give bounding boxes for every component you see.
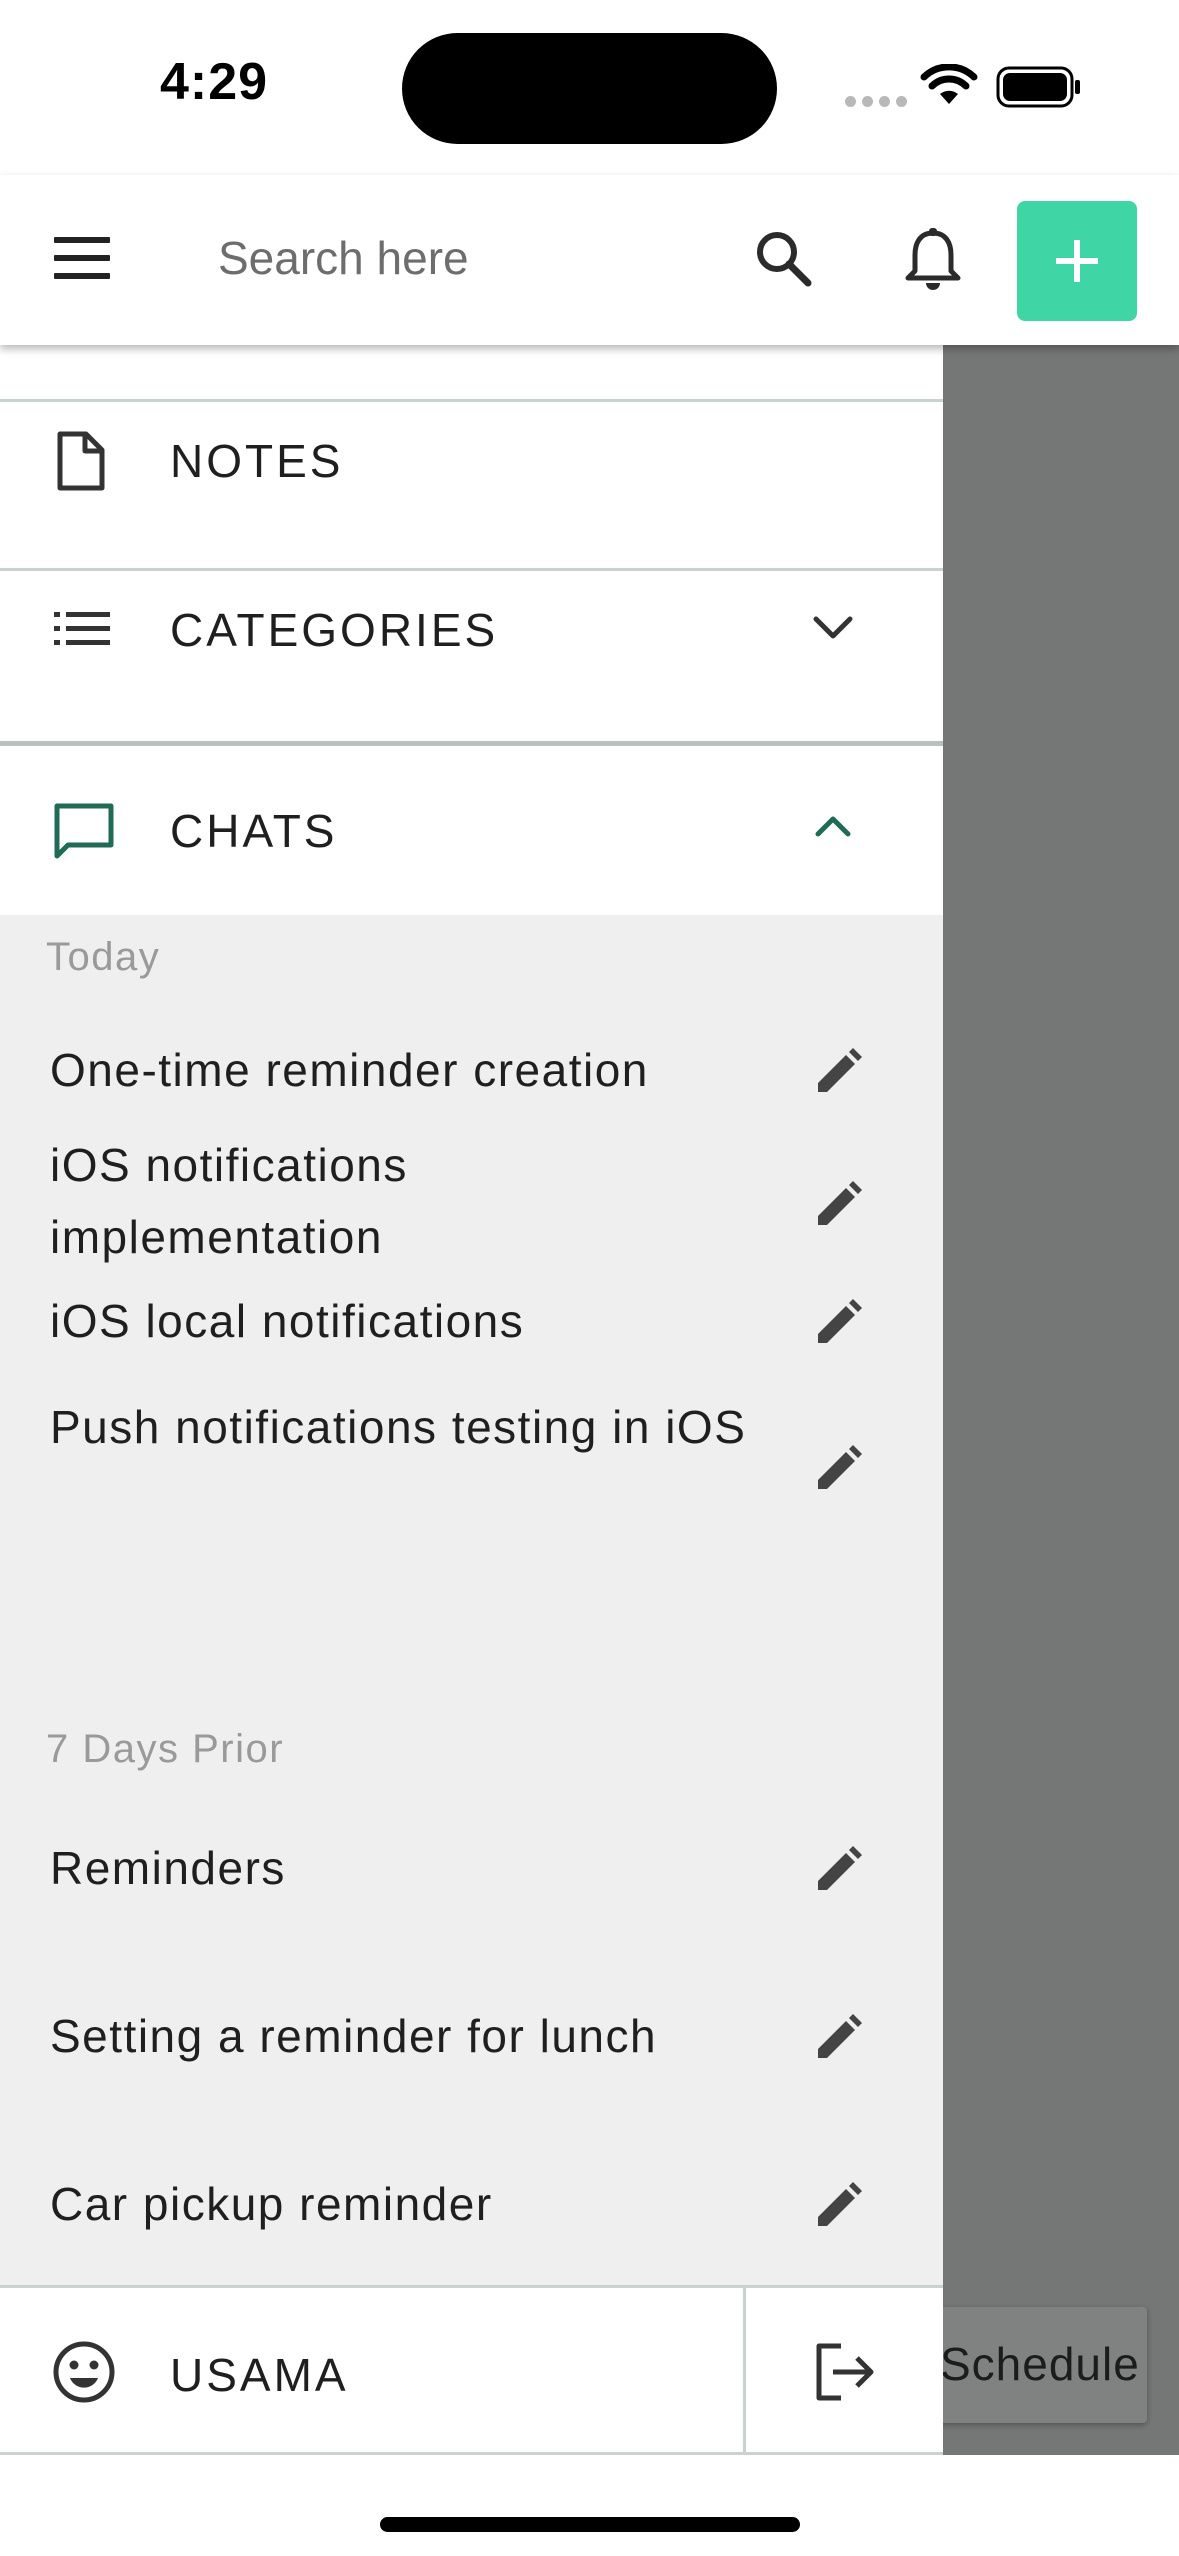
chat-bubble-icon (54, 803, 114, 859)
search-icon[interactable] (752, 227, 816, 291)
pencil-icon[interactable] (814, 2182, 862, 2230)
battery-icon (996, 66, 1080, 108)
pencil-icon[interactable] (814, 1181, 862, 1229)
chevron-down-icon[interactable] (808, 607, 858, 647)
section-label-today: Today (46, 935, 161, 979)
list-item[interactable]: Reminders (0, 1810, 943, 1930)
wifi-icon (920, 64, 978, 104)
list-item[interactable]: One-time reminder creation (0, 1015, 943, 1125)
chat-title: Push notifications testing in iOS (50, 1401, 747, 1453)
drawer-scrim[interactable] (943, 345, 1179, 2455)
nav-label-categories: CATEGORIES (170, 604, 499, 656)
list-icon (54, 612, 110, 645)
list-item[interactable]: Push notifications testing in iOS (0, 1391, 943, 1551)
home-indicator[interactable] (380, 2517, 800, 2532)
list-item[interactable]: Setting a reminder for lunch (0, 1978, 943, 2098)
pencil-icon[interactable] (814, 1048, 862, 1096)
list-item[interactable]: Car pickup reminder (0, 2146, 943, 2266)
chat-title: Setting a reminder for lunch (50, 2010, 658, 2062)
app-header (0, 175, 1179, 345)
list-item[interactable]: iOS notifications implementation (0, 1125, 943, 1281)
chat-title: Car pickup reminder (50, 2178, 493, 2230)
plus-icon (1056, 240, 1098, 282)
dynamic-island (402, 33, 777, 144)
document-icon (57, 431, 105, 491)
smiley-face-icon (53, 2341, 115, 2403)
cellular-signal-icon (845, 96, 907, 107)
bell-icon[interactable] (898, 225, 968, 295)
pencil-icon[interactable] (814, 1299, 862, 1347)
chat-list: Today One-time reminder creation iOS not… (0, 915, 943, 2455)
logout-icon (816, 2343, 873, 2400)
schedule-button[interactable]: Schedule (912, 2307, 1147, 2423)
drawer-footer: USAMA (0, 2285, 943, 2455)
nav-label-notes: NOTES (170, 435, 344, 487)
pencil-icon[interactable] (814, 2014, 862, 2062)
schedule-button-label: Schedule (940, 2338, 1140, 2390)
bottom-safe-area (0, 2455, 1179, 2556)
chevron-up-icon[interactable] (808, 806, 858, 846)
pencil-icon[interactable] (814, 1445, 862, 1493)
user-name: USAMA (170, 2349, 349, 2401)
nav-item-notes[interactable]: NOTES (0, 402, 943, 512)
status-bar: 4:29 (0, 0, 1179, 175)
pencil-icon[interactable] (814, 1846, 862, 1894)
status-time: 4:29 (160, 53, 269, 111)
menu-icon[interactable] (52, 233, 112, 283)
logout-button[interactable] (746, 2288, 943, 2455)
chat-title: iOS local notifications (50, 1295, 525, 1347)
nav-item-categories[interactable]: CATEGORIES (0, 571, 943, 686)
navigation-drawer: NOTES CATEGORIES CHATS Today One-time re… (0, 345, 943, 2455)
add-button[interactable] (1017, 201, 1137, 321)
nav-label-chats: CHATS (170, 805, 338, 857)
search-input[interactable] (218, 223, 698, 293)
nav-item-chats[interactable]: CHATS (0, 746, 943, 915)
chat-title: iOS notifications implementation (50, 1139, 408, 1263)
chat-title: Reminders (50, 1842, 286, 1894)
chat-title: One-time reminder creation (50, 1044, 649, 1096)
section-label-7-days-prior: 7 Days Prior (46, 1727, 285, 1771)
list-item[interactable]: iOS local notifications (0, 1281, 943, 1391)
